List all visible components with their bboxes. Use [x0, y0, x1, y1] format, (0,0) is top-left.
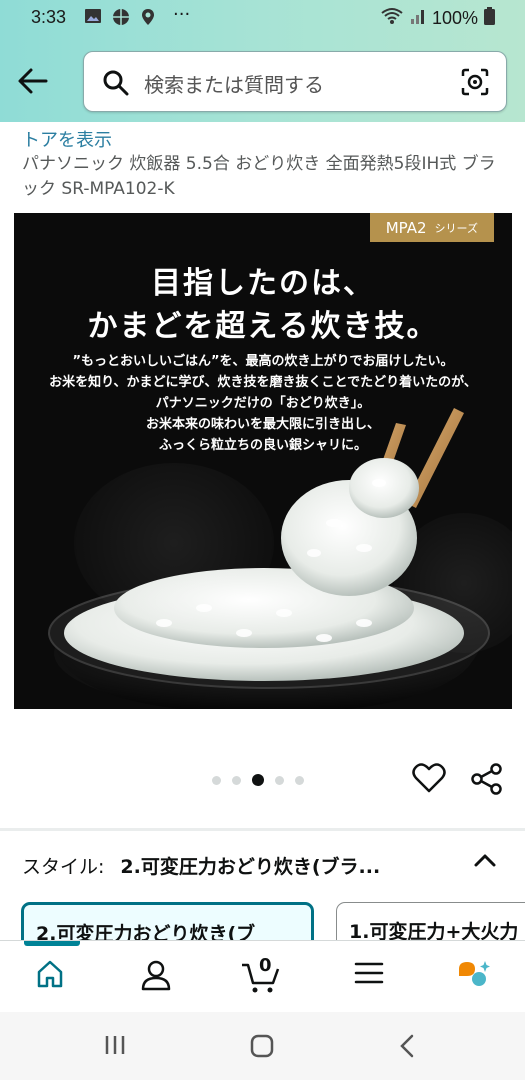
app-header: 3:33 ··· 100% 検索または質問する: [0, 0, 525, 122]
home-icon[interactable]: [36, 959, 64, 993]
style-selector[interactable]: スタイル: 2.可変圧力おどり炊き(ブラ...: [22, 852, 380, 879]
product-image[interactable]: MPA2 シリーズ 目指したのは、 かまどを超える炊き技。 ”もっとおいしいごは…: [14, 213, 512, 709]
product-title: パナソニック 炊飯器 5.5合 おどり炊き 全面発熱5段IH式 ブラック SR-…: [22, 154, 496, 199]
share-icon[interactable]: [470, 763, 504, 799]
carousel-dot-active[interactable]: [252, 774, 264, 786]
series-badge: MPA2 シリーズ: [369, 213, 494, 242]
battery-icon: [484, 7, 495, 30]
location-notification-icon: [141, 8, 155, 31]
wifi-icon: [380, 7, 404, 30]
carousel-dot[interactable]: [295, 775, 304, 785]
globe-notification-icon: [112, 8, 130, 31]
carousel-dot[interactable]: [212, 775, 221, 785]
account-icon[interactable]: [141, 959, 171, 995]
hero-headline-1: 目指したのは、: [151, 266, 375, 301]
chevron-up-icon[interactable]: [472, 850, 498, 876]
rufus-assistant-icon[interactable]: [456, 959, 492, 995]
system-back-icon[interactable]: [398, 1034, 416, 1062]
style-value: 2.可変圧力おどり炊き(ブラ...: [120, 856, 381, 878]
search-bar[interactable]: 検索または質問する: [83, 51, 507, 112]
carousel-dot[interactable]: [275, 775, 284, 785]
heart-icon[interactable]: [412, 762, 446, 798]
section-divider: [0, 828, 525, 831]
system-home-icon[interactable]: [250, 1034, 274, 1062]
more-notifications-icon: ···: [173, 4, 191, 25]
hero-body: ”もっとおいしいごはん”を、最高の炊き上がりでお届けしたい。 お米を知り、かまど…: [49, 354, 477, 453]
status-bar: 3:33 ··· 100%: [0, 0, 525, 36]
battery-percent: 100%: [431, 8, 478, 28]
system-nav-bar: [0, 1012, 525, 1080]
search-input[interactable]: 検索または質問する: [144, 69, 324, 98]
visit-store-link[interactable]: トアを表示: [22, 126, 112, 152]
bottom-nav: [0, 940, 525, 1012]
recent-apps-icon[interactable]: [104, 1034, 126, 1060]
hero-headline-2: かまどを超える炊き技。: [87, 309, 439, 344]
search-icon[interactable]: [102, 69, 130, 101]
style-label: スタイル:: [22, 856, 105, 878]
gallery-notification-icon: [84, 8, 102, 29]
status-time: 3:33: [31, 7, 67, 27]
menu-icon[interactable]: [354, 959, 384, 991]
active-tab-indicator: [24, 941, 80, 946]
carousel-dots[interactable]: [212, 774, 304, 786]
carousel-dot[interactable]: [232, 775, 241, 785]
back-arrow-icon[interactable]: [16, 64, 50, 98]
cart-count: 0: [259, 955, 272, 976]
camera-search-icon[interactable]: [460, 67, 490, 101]
signal-icon: [410, 7, 426, 30]
